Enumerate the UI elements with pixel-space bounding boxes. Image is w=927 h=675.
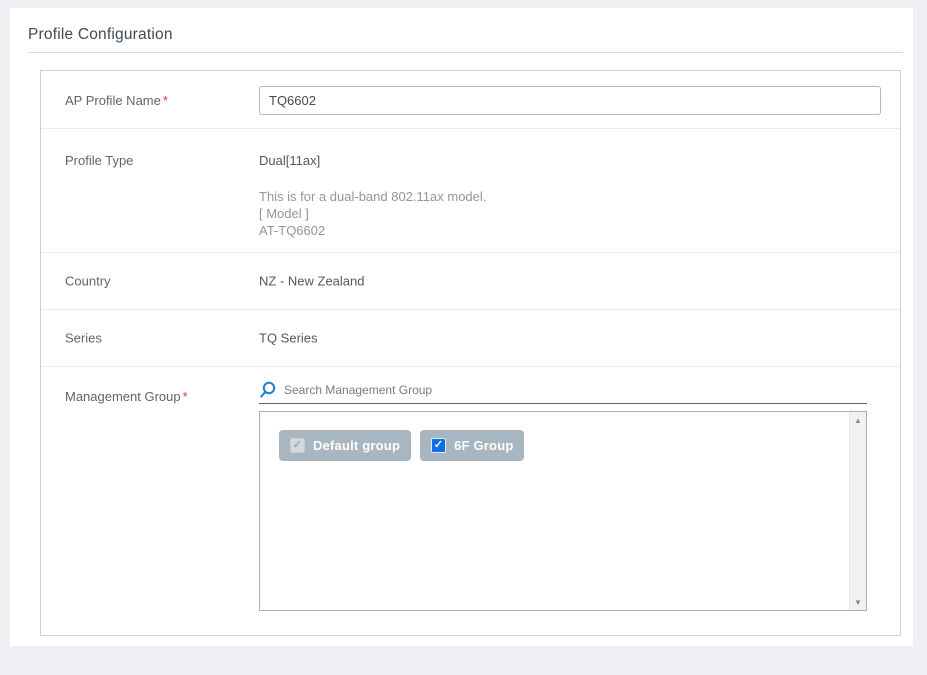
page-title: Profile Configuration [28, 26, 173, 44]
chip-6f-group[interactable]: ✓ 6F Group [420, 430, 524, 461]
title-divider [28, 52, 903, 53]
search-icon [259, 381, 277, 399]
country-label: Country [65, 274, 111, 289]
profile-configuration-card: AP Profile Name* Profile Type Dual[11ax]… [40, 70, 901, 636]
ap-profile-name-label-text: AP Profile Name [65, 93, 161, 108]
profile-type-description-line: [ Model ] [259, 205, 486, 222]
profile-type-value: Dual[11ax] [259, 153, 320, 168]
ap-profile-name-input[interactable] [259, 86, 881, 115]
listbox-scrollbar[interactable]: ▲ ▼ [849, 412, 866, 610]
profile-type-description: This is for a dual-band 802.11ax model. … [259, 188, 486, 239]
management-group-label-text: Management Group [65, 389, 181, 404]
chip-label: Default group [313, 438, 400, 453]
content-panel: Profile Configuration AP Profile Name* P… [10, 8, 913, 646]
management-group-search-input[interactable] [284, 383, 867, 397]
required-asterisk: * [163, 93, 168, 108]
management-group-search [259, 377, 867, 404]
management-group-label: Management Group* [65, 389, 188, 404]
row-country: Country NZ - New Zealand [41, 253, 900, 310]
country-value: NZ - New Zealand [259, 274, 364, 289]
row-management-group: Management Group* ✓ Default group ✓ [41, 367, 900, 635]
profile-type-description-line: This is for a dual-band 802.11ax model. [259, 188, 486, 205]
series-value: TQ Series [259, 331, 318, 346]
row-series: Series TQ Series [41, 310, 900, 367]
scroll-up-arrow-icon[interactable]: ▲ [850, 412, 866, 428]
ap-profile-name-label: AP Profile Name* [65, 93, 168, 108]
checkbox-checked-icon[interactable]: ✓ [431, 438, 446, 453]
scroll-down-arrow-icon[interactable]: ▼ [850, 594, 866, 610]
row-ap-profile-name: AP Profile Name* [41, 71, 900, 129]
series-label: Series [65, 331, 102, 346]
required-asterisk: * [183, 389, 188, 404]
profile-type-label: Profile Type [65, 153, 133, 168]
chip-default-group: ✓ Default group [279, 430, 411, 461]
row-profile-type: Profile Type Dual[11ax] This is for a du… [41, 129, 900, 253]
checkbox-checked-disabled-icon: ✓ [290, 438, 305, 453]
chip-label: 6F Group [454, 438, 513, 453]
profile-type-description-line: AT-TQ6602 [259, 222, 486, 239]
management-group-chips: ✓ Default group ✓ 6F Group [279, 430, 524, 461]
management-group-listbox[interactable]: ✓ Default group ✓ 6F Group ▲ ▼ [259, 411, 867, 611]
